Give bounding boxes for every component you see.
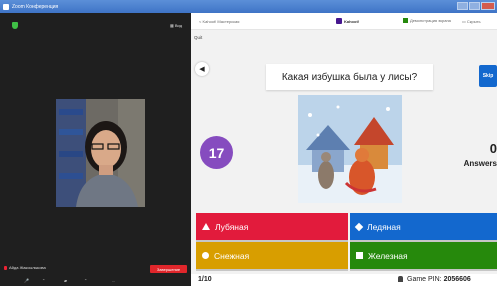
game-pin: Game PIN: 2056606 — [398, 276, 471, 283]
answers-label: Answers — [463, 159, 497, 168]
answer-option-yellow[interactable]: Снежная — [196, 242, 348, 269]
kahoot-logo: Kahoot! — [336, 18, 359, 24]
participant-name: Айда Жаксылыкова — [9, 265, 46, 270]
more-options-button[interactable]: ... — [112, 278, 115, 283]
maximize-button[interactable] — [469, 2, 480, 10]
answer-label: Ледяная — [367, 221, 401, 232]
circle-icon — [202, 252, 209, 259]
question-image — [298, 95, 402, 203]
back-link[interactable]: < Kahoot! Мастерская — [199, 19, 239, 24]
video-camera-icon[interactable]: ▰ — [64, 278, 67, 283]
hide-button[interactable]: ▭ Скрыть — [462, 19, 481, 24]
skip-button[interactable]: Skip — [479, 65, 497, 87]
question-progress: 1/10 — [198, 276, 212, 283]
participant-video — [56, 99, 145, 207]
answer-label: Железная — [368, 250, 408, 261]
answers-count: 0 — [489, 141, 497, 156]
zoom-app-icon — [3, 3, 9, 10]
view-button-label: Вид — [174, 23, 183, 28]
answer-label: Лубяная — [215, 221, 249, 232]
window-controls — [457, 2, 495, 10]
zoom-toolbar: 🎤 ⌃ ▰ ⌃ ... — [0, 275, 191, 286]
chevron-up-icon[interactable]: ⌃ — [42, 278, 45, 283]
game-pin-label: Game PIN: — [407, 276, 442, 283]
window-titlebar: Zoom Конференция — [0, 0, 497, 13]
question-text: Какая избушка была у лисы? — [266, 64, 433, 90]
answer-option-red[interactable]: Лубяная — [196, 213, 348, 240]
answer-option-green[interactable]: Железная — [350, 242, 497, 269]
chevron-up-icon[interactable]: ⌃ — [84, 278, 87, 283]
screen-share-label: Демонстрация экрана — [410, 18, 451, 23]
person-icon — [398, 276, 403, 282]
answer-label: Снежная — [214, 250, 250, 261]
kahoot-logo-text: Kahoot! — [344, 18, 360, 24]
kahoot-logo-icon — [336, 18, 342, 24]
participant-name-tag: Айда Жаксылыкова — [4, 265, 46, 270]
quit-button[interactable]: Quit — [194, 35, 202, 40]
end-meeting-button[interactable]: Завершение — [150, 265, 187, 273]
answer-option-blue[interactable]: Ледяная — [350, 213, 497, 240]
zoom-meeting-panel: ▦ Вид Айда Жаксылыкова 🎤 ⌃ ▰ ⌃ ... Завер… — [0, 13, 191, 286]
close-window-button[interactable] — [481, 2, 495, 10]
security-shield-icon — [12, 22, 18, 29]
hide-button-label: Скрыть — [466, 19, 481, 24]
sound-toggle-icon[interactable]: ◀ — [195, 62, 209, 76]
view-button[interactable]: ▦ Вид — [170, 23, 182, 28]
minimize-button[interactable] — [457, 2, 468, 10]
window-title: Zoom Конференция — [12, 3, 59, 10]
countdown-timer: 17 — [200, 136, 233, 169]
microphone-icon[interactable]: 🎤 — [24, 278, 29, 283]
diamond-icon — [354, 222, 364, 231]
screen-share-button[interactable]: Демонстрация экрана — [403, 18, 451, 23]
screen-share-icon — [403, 18, 408, 23]
muted-mic-icon — [4, 265, 7, 270]
triangle-icon — [202, 223, 210, 230]
game-pin-value: 2056606 — [443, 276, 471, 283]
square-icon — [356, 252, 363, 259]
kahoot-game-panel: < Kahoot! Мастерская Kahoot! Демонстраци… — [191, 13, 497, 286]
kahoot-footer: 1/10 Game PIN: 2056606 — [191, 274, 497, 286]
kahoot-top-bar: < Kahoot! Мастерская Kahoot! Демонстраци… — [191, 13, 497, 30]
